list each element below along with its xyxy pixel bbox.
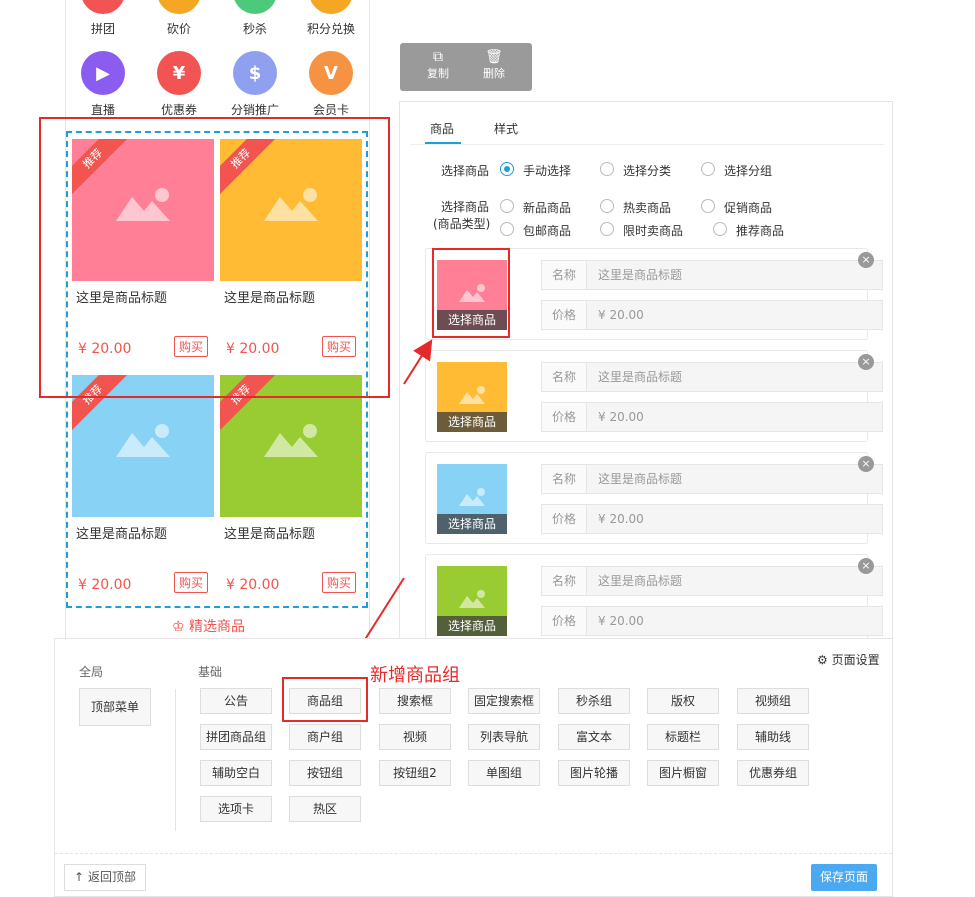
annotation-label: 新增商品组 (370, 665, 460, 686)
annotation-highlight-box (282, 677, 368, 722)
component-button[interactable]: 辅助空白 (200, 760, 272, 786)
component-button[interactable]: 秒杀组 (558, 688, 630, 714)
global-title: 全局 (79, 665, 104, 679)
component-button[interactable]: 公告 (200, 688, 272, 714)
component-button[interactable]: 商户组 (289, 724, 361, 750)
component-button[interactable]: 视频 (379, 724, 451, 750)
component-button[interactable]: 视频组 (737, 688, 809, 714)
component-button[interactable]: 热区 (289, 796, 361, 822)
divider (175, 689, 176, 831)
component-button[interactable]: 图片轮播 (558, 760, 630, 786)
divider (55, 853, 892, 854)
component-button[interactable]: 标题栏 (647, 724, 719, 750)
component-button[interactable]: 单图组 (468, 760, 540, 786)
component-button[interactable]: 版权 (647, 688, 719, 714)
component-button[interactable]: 选项卡 (200, 796, 272, 822)
component-button[interactable]: 拼团商品组 (200, 724, 272, 750)
back-to-top-button[interactable]: ↑ 返回顶部 (64, 864, 146, 891)
save-page-button[interactable]: 保存页面 (811, 864, 877, 891)
component-button[interactable]: 按钮组 (289, 760, 361, 786)
component-button[interactable]: 按钮组2 (379, 760, 451, 786)
component-button[interactable]: 固定搜索框 (468, 688, 540, 714)
component-button[interactable]: 优惠券组 (737, 760, 809, 786)
component-button[interactable]: 图片橱窗 (647, 760, 719, 786)
component-button[interactable]: 列表导航 (468, 724, 540, 750)
basic-title: 基础 (198, 665, 223, 679)
component-panel: 全局 基础 ⚙ 页面设置 顶部菜单 公告 商品组 搜索框 固定搜索框 秒杀组 版… (54, 638, 893, 897)
arrow-up-icon: ↑ (74, 870, 85, 884)
component-button[interactable]: 搜索框 (379, 688, 451, 714)
page-settings-button[interactable]: ⚙ 页面设置 (817, 651, 880, 668)
component-button[interactable]: 富文本 (558, 724, 630, 750)
component-button[interactable]: 辅助线 (737, 724, 809, 750)
gear-icon: ⚙ (817, 653, 828, 667)
top-menu-button[interactable]: 顶部菜单 (79, 688, 151, 726)
